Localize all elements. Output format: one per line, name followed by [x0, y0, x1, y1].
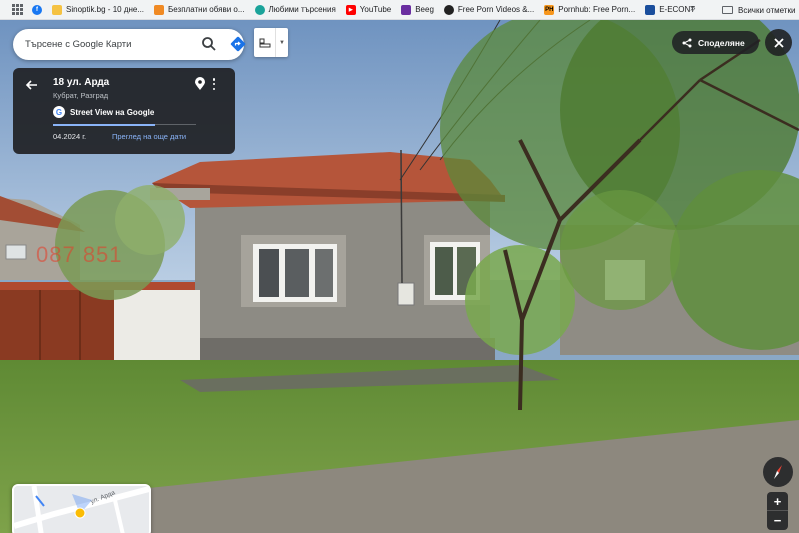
search-input[interactable]	[25, 39, 185, 50]
bookmark-label: YouTube	[359, 5, 392, 14]
econt-icon	[645, 4, 656, 15]
directions-icon[interactable]	[230, 36, 246, 52]
search-box[interactable]	[13, 29, 246, 60]
close-icon	[773, 37, 784, 48]
olx-icon	[154, 4, 165, 15]
close-button[interactable]	[765, 29, 792, 56]
apps-grid-icon[interactable]	[12, 3, 24, 16]
share-button[interactable]: Споделяне	[672, 31, 759, 54]
bookmark-sinoptik[interactable]: Sinoptik.bg - 10 дне...	[52, 0, 145, 19]
bookmark-olx[interactable]: Безплатни обяви о...	[154, 0, 245, 19]
ac-unit	[5, 244, 27, 260]
zoom-in-button[interactable]: +	[767, 492, 788, 511]
site-icon	[443, 4, 454, 15]
bookmark-ph[interactable]: PH Pornhub: Free Porn...	[544, 0, 636, 19]
all-bookmarks-button[interactable]: Всички отметки	[722, 0, 796, 19]
share-label: Споделяне	[698, 37, 745, 48]
more-options-icon[interactable]	[211, 77, 217, 91]
window-pane	[285, 249, 309, 297]
bookmark-label: Sinoptik.bg - 10 дне...	[66, 5, 145, 14]
beeg-icon	[401, 4, 412, 15]
street-view-label: Street View на Google	[70, 107, 155, 117]
bookmark-free-videos[interactable]: Free Porn Videos &...	[443, 0, 535, 19]
bookmark-label: Любими търсения	[268, 5, 336, 14]
capture-date[interactable]: 04.2024 г.	[53, 132, 86, 141]
chevron-down-icon[interactable]: ▼	[276, 28, 288, 57]
sinoptik-icon	[52, 4, 62, 15]
bookmark-facebook[interactable]: f	[32, 0, 42, 19]
address-subtitle: Кубрат, Разград	[53, 91, 109, 100]
google-logo-icon: G	[53, 106, 65, 118]
minimap[interactable]: ул. Арда	[12, 484, 151, 533]
street-view-label-row: G Street View на Google	[53, 106, 154, 118]
compass-icon	[774, 465, 782, 479]
location-pin-icon[interactable]	[194, 77, 206, 91]
facebook-icon: f	[32, 4, 42, 15]
left-tree-foliage	[115, 185, 185, 255]
meter-box	[397, 282, 415, 306]
bookmark-label: Free Porn Videos &...	[457, 5, 535, 14]
bookmark-label: Beeg	[415, 5, 434, 14]
zoom-controls: + −	[767, 492, 788, 530]
bookmarks-bar: f Sinoptik.bg - 10 дне... Безплатни обяв…	[0, 0, 799, 20]
imot-icon	[254, 4, 265, 15]
search-icon[interactable]	[201, 36, 217, 52]
bookmark-youtube[interactable]: ▶ YouTube	[345, 0, 392, 19]
window-pane	[259, 249, 279, 297]
all-bookmarks-label: Всички отметки	[738, 5, 796, 15]
big-tree-foliage	[560, 190, 680, 310]
folder-icon	[722, 6, 733, 14]
layer-toggle[interactable]: ▼	[254, 28, 288, 57]
window-pane	[315, 249, 333, 297]
bookmark-label: Безплатни обяви о...	[168, 5, 245, 14]
compass-button[interactable]	[763, 457, 793, 487]
bookmarks-more-button[interactable]: »	[690, 3, 696, 14]
layers-icon[interactable]	[254, 28, 276, 57]
minimap-map	[14, 486, 149, 533]
location-card: 18 ул. Арда Кубрат, Разград G Street Vie…	[13, 68, 235, 154]
window-pane	[435, 247, 453, 295]
youtube-icon: ▶	[345, 4, 356, 15]
bookmark-beeg[interactable]: Beeg	[401, 0, 434, 19]
ph-icon: PH	[544, 4, 555, 15]
see-more-dates-link[interactable]: Преглед на още дати	[112, 132, 186, 141]
address-title: 18 ул. Арда	[53, 77, 110, 88]
cable	[400, 149, 403, 284]
phone-watermark: 087 851	[36, 242, 123, 267]
zoom-out-button[interactable]: −	[767, 511, 788, 530]
share-icon	[682, 38, 692, 47]
timeline-bar	[53, 123, 196, 126]
bookmark-saved-searches[interactable]: Любими търсения	[254, 0, 336, 19]
bookmark-label: Pornhub: Free Porn...	[558, 5, 636, 14]
bookmark-econt[interactable]: E-ECONT	[645, 0, 695, 19]
back-arrow-icon[interactable]	[25, 78, 39, 92]
